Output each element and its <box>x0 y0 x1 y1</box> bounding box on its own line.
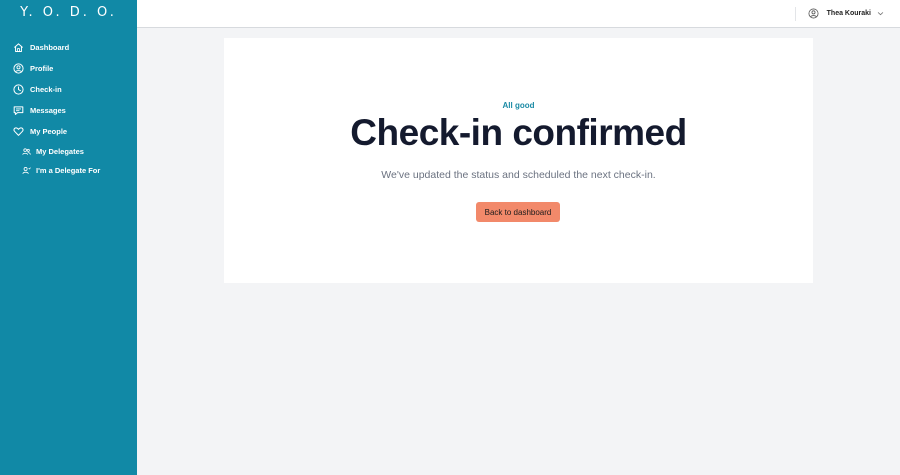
sidebar-subitem-delegate-for[interactable]: I'm a Delegate For <box>0 161 137 180</box>
status-eyebrow: All good <box>502 101 535 110</box>
user-circle-icon <box>808 8 819 19</box>
sidebar-item-label: My People <box>30 127 68 136</box>
chevron-down-icon[interactable] <box>877 10 884 17</box>
heart-icon <box>12 126 24 138</box>
sidebar-item-dashboard[interactable]: Dashboard <box>0 37 137 58</box>
page-title: Check-in confirmed <box>350 112 687 153</box>
sidebar-subitem-label: My Delegates <box>36 147 84 156</box>
chat-icon <box>12 105 24 117</box>
people-icon <box>22 147 31 156</box>
confirmation-card: All good Check-in confirmed We've update… <box>224 38 813 283</box>
user-menu[interactable]: Thea Kouraki <box>794 0 884 27</box>
user-circle-icon <box>12 63 24 75</box>
app: Y. O. D. O. Dashboard Profile Check-in M… <box>0 0 900 475</box>
sidebar-item-label: Check-in <box>30 85 62 94</box>
home-icon <box>12 42 24 54</box>
sidebar-subitem-label: I'm a Delegate For <box>36 166 101 175</box>
sidebar-item-check-in[interactable]: Check-in <box>0 79 137 100</box>
brand-logo[interactable]: Y. O. D. O. <box>0 0 137 28</box>
sidebar-subitem-my-delegates[interactable]: My Delegates <box>0 142 137 161</box>
user-name: Thea Kouraki <box>826 10 871 17</box>
sidebar-nav: Dashboard Profile Check-in Messages My P… <box>0 37 137 180</box>
back-to-dashboard-button[interactable]: Back to dashboard <box>476 202 560 222</box>
sidebar: Y. O. D. O. Dashboard Profile Check-in M… <box>0 0 137 475</box>
top-bar: Thea Kouraki <box>137 0 900 28</box>
person-icon <box>22 166 31 175</box>
page-subtitle: We've updated the status and scheduled t… <box>381 169 656 181</box>
sidebar-item-label: Messages <box>30 106 66 115</box>
sidebar-item-my-people[interactable]: My People <box>0 121 137 142</box>
clock-icon <box>12 84 24 96</box>
sidebar-item-profile[interactable]: Profile <box>0 58 137 79</box>
header-divider <box>794 6 796 21</box>
sidebar-item-messages[interactable]: Messages <box>0 100 137 121</box>
sidebar-item-label: Profile <box>30 64 54 73</box>
sidebar-item-label: Dashboard <box>30 43 70 52</box>
